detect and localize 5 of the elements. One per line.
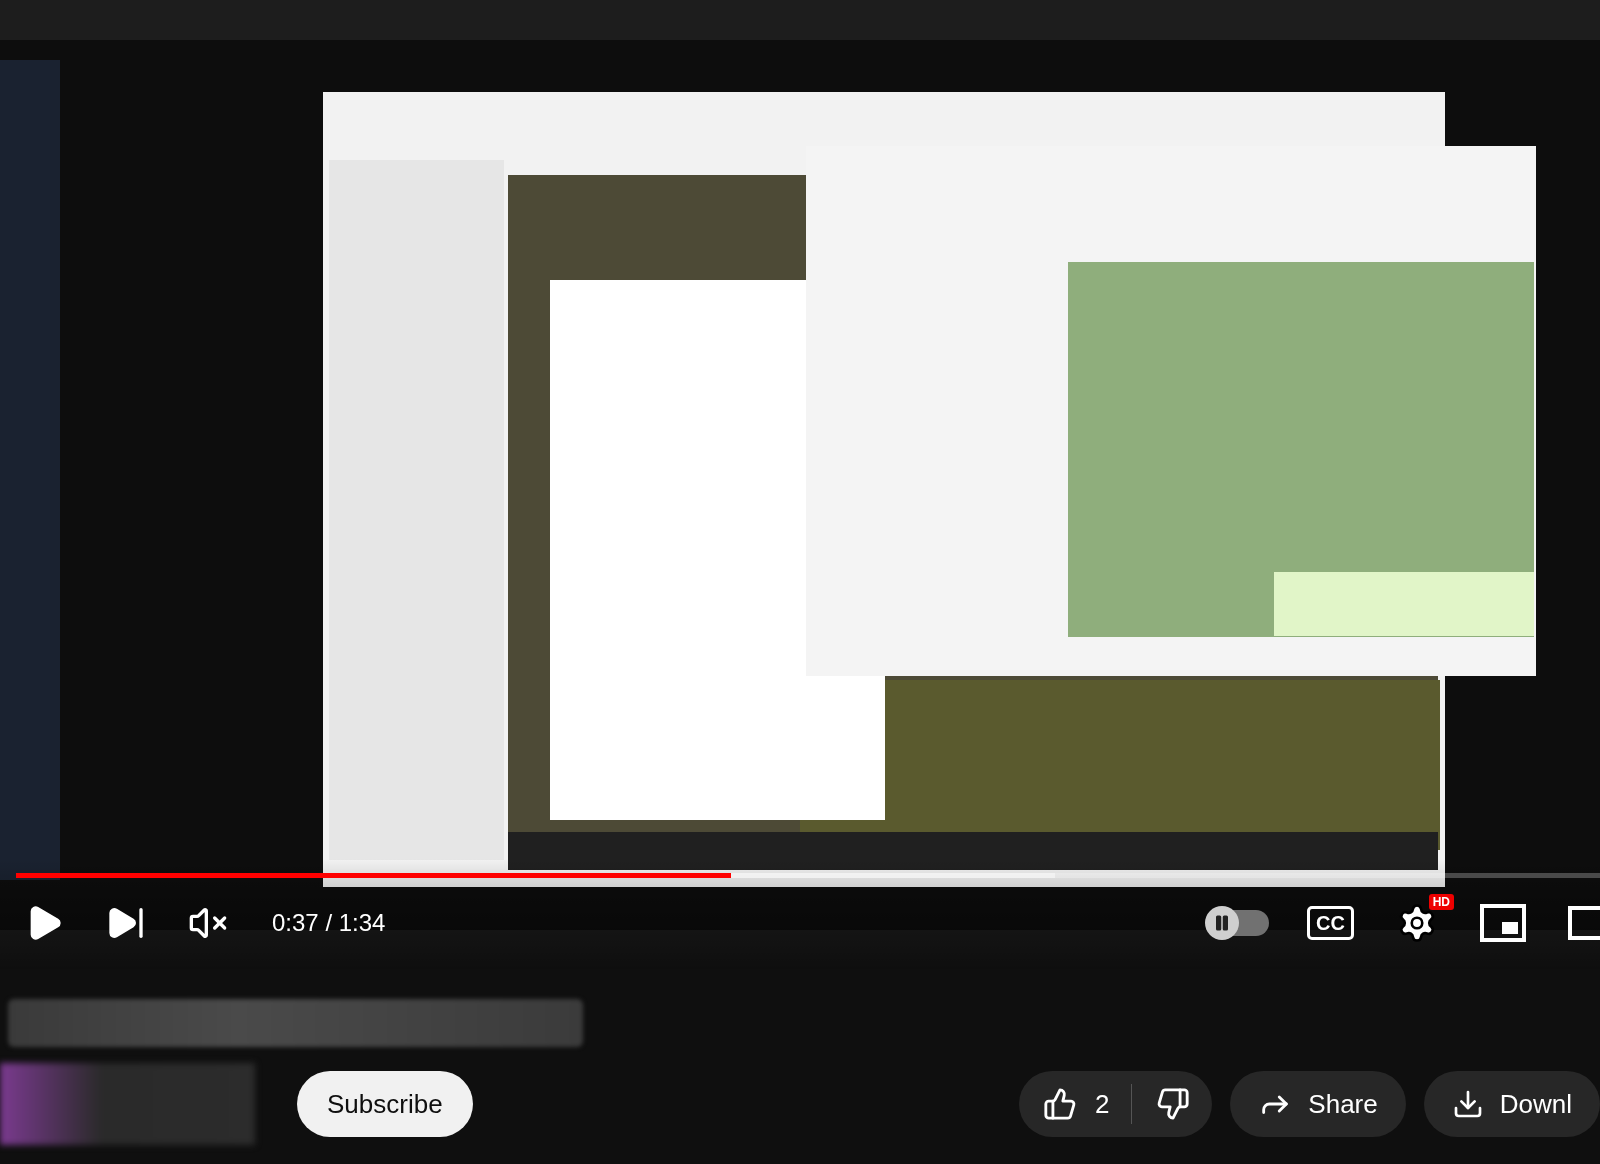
subscribe-button[interactable]: Subscribe [297, 1071, 473, 1137]
hd-badge: HD [1428, 894, 1454, 910]
share-button[interactable]: Share [1230, 1071, 1406, 1137]
time-display: 0:37 / 1:34 [272, 909, 386, 937]
download-button[interactable]: Downl [1423, 1071, 1600, 1137]
